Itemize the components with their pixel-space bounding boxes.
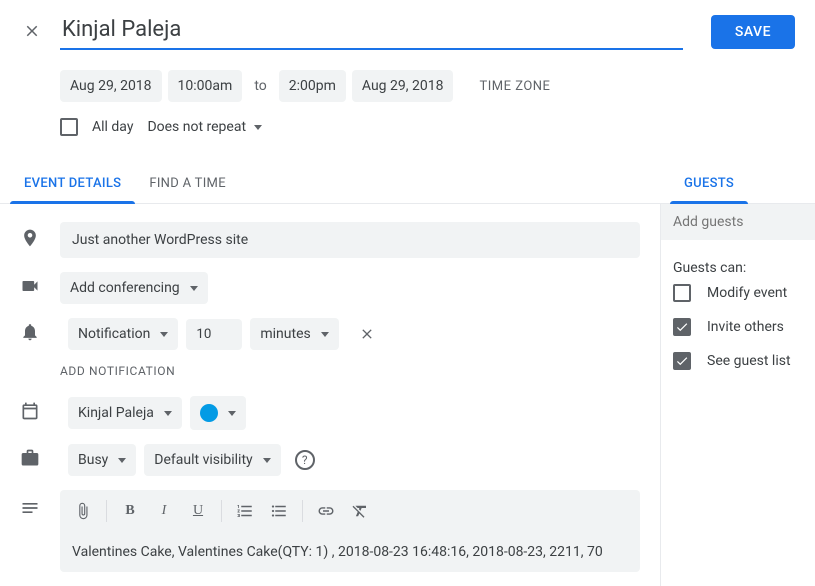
toolbar-divider — [221, 500, 222, 522]
recurrence-dropdown[interactable]: Does not repeat — [147, 119, 262, 135]
add-guests-input[interactable] — [661, 204, 815, 240]
to-label: to — [248, 78, 272, 94]
clear-format-button[interactable] — [345, 496, 375, 526]
see-guest-list-checkbox[interactable] — [673, 352, 691, 370]
allday-label: All day — [92, 119, 133, 135]
color-dot — [200, 404, 218, 422]
chevron-down-icon — [164, 411, 172, 416]
calendar-owner-label: Kinjal Paleja — [78, 405, 154, 421]
tab-find-a-time[interactable]: FIND A TIME — [135, 166, 240, 203]
italic-button[interactable]: I — [149, 496, 179, 526]
event-color-dropdown[interactable] — [190, 396, 246, 430]
chevron-down-icon — [118, 458, 126, 463]
start-time-picker[interactable]: 10:00am — [168, 70, 243, 102]
modify-event-checkbox[interactable] — [673, 284, 691, 302]
attach-button[interactable] — [68, 496, 98, 526]
chevron-down-icon — [321, 332, 329, 337]
numbered-list-button[interactable] — [230, 496, 260, 526]
invite-others-label: Invite others — [707, 319, 784, 335]
calendar-icon — [20, 401, 40, 425]
chevron-down-icon — [160, 332, 168, 337]
link-button[interactable] — [311, 496, 341, 526]
chevron-down-icon — [263, 458, 271, 463]
modify-event-label: Modify event — [707, 285, 787, 301]
end-time-picker[interactable]: 2:00pm — [279, 70, 346, 102]
save-button[interactable]: SAVE — [711, 15, 795, 49]
notification-unit-label: minutes — [260, 326, 310, 342]
notification-type-dropdown[interactable]: Notification — [68, 318, 178, 350]
add-notification-button[interactable]: ADD NOTIFICATION — [0, 364, 660, 396]
description-toolbar: B I U — [60, 490, 640, 532]
notification-type-label: Notification — [78, 326, 150, 342]
see-guest-list-label: See guest list — [707, 353, 791, 369]
notification-amount-input[interactable] — [186, 319, 242, 350]
help-icon[interactable]: ? — [295, 450, 315, 470]
availability-label: Busy — [78, 452, 108, 468]
description-textarea[interactable]: Valentines Cake, Valentines Cake(QTY: 1)… — [60, 532, 640, 572]
bell-icon — [20, 322, 40, 346]
bold-button[interactable]: B — [115, 496, 145, 526]
location-icon — [20, 228, 40, 252]
event-title-input[interactable] — [60, 15, 683, 50]
visibility-dropdown[interactable]: Default visibility — [144, 444, 280, 476]
chevron-down-icon — [190, 286, 198, 291]
tab-guests[interactable]: GUESTS — [670, 166, 748, 203]
close-icon[interactable] — [20, 19, 44, 43]
tab-event-details[interactable]: EVENT DETAILS — [10, 166, 135, 203]
briefcase-icon — [20, 448, 40, 472]
bullet-list-button[interactable] — [264, 496, 294, 526]
remove-notification-button[interactable] — [355, 322, 379, 346]
recurrence-label: Does not repeat — [147, 119, 246, 135]
allday-checkbox[interactable] — [60, 118, 78, 136]
underline-button[interactable]: U — [183, 496, 213, 526]
chevron-down-icon — [228, 411, 236, 416]
calendar-owner-dropdown[interactable]: Kinjal Paleja — [68, 397, 182, 429]
timezone-button[interactable]: TIME ZONE — [479, 79, 550, 94]
conferencing-dropdown[interactable]: Add conferencing — [60, 272, 208, 304]
visibility-label: Default visibility — [154, 452, 252, 468]
guests-can-label: Guests can: — [673, 260, 803, 276]
invite-others-checkbox[interactable] — [673, 318, 691, 336]
toolbar-divider — [106, 500, 107, 522]
chevron-down-icon — [254, 125, 262, 130]
video-icon — [20, 276, 40, 300]
availability-dropdown[interactable]: Busy — [68, 444, 136, 476]
end-date-picker[interactable]: Aug 29, 2018 — [352, 70, 454, 102]
notification-unit-dropdown[interactable]: minutes — [250, 318, 338, 350]
description-icon — [20, 498, 40, 522]
conferencing-label: Add conferencing — [70, 280, 180, 296]
location-input[interactable] — [60, 222, 640, 258]
start-date-picker[interactable]: Aug 29, 2018 — [60, 70, 162, 102]
toolbar-divider — [302, 500, 303, 522]
